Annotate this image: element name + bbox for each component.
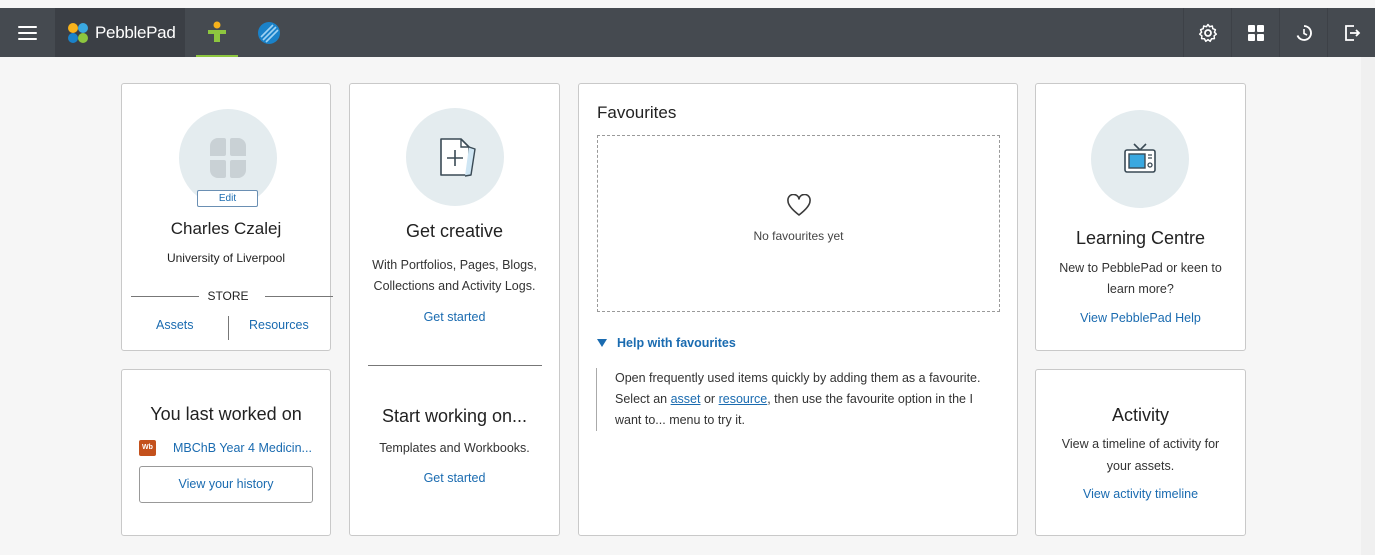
edit-avatar-button[interactable]: Edit <box>197 190 258 207</box>
scrollbar-track[interactable] <box>1361 57 1375 555</box>
brand-logo[interactable]: PebblePad <box>55 8 185 57</box>
settings-button[interactable] <box>1183 8 1231 57</box>
create-card: Get creative With Portfolios, Pages, Blo… <box>349 83 560 536</box>
store-link-separator <box>228 316 229 340</box>
profile-name: Charles Czalej <box>170 219 282 238</box>
learning-centre-card: Learning Centre New to PebblePad or keen… <box>1035 83 1246 351</box>
logout-button[interactable] <box>1327 8 1375 57</box>
create-line2: Collections and Activity Logs. <box>373 279 536 293</box>
new-document-icon <box>440 138 476 177</box>
menu-button[interactable] <box>0 8 55 57</box>
avatar-placeholder-icon <box>210 138 246 178</box>
dashboard-button[interactable] <box>1231 8 1279 57</box>
help-asset-link[interactable]: asset <box>671 392 701 406</box>
profile-institution: University of Liverpool <box>166 251 286 265</box>
logout-icon <box>1344 24 1360 41</box>
activity-card: Activity View a timeline of activity for… <box>1035 369 1246 536</box>
create-divider <box>368 365 542 366</box>
person-icon <box>208 21 226 42</box>
last-worked-item-label[interactable]: MBChB Year 4 Medicin... <box>173 441 312 455</box>
activity-line1: View a timeline of activity for <box>1061 437 1220 451</box>
hamburger-icon <box>18 25 37 40</box>
top-bar: PebblePad <box>0 8 1375 57</box>
profile-card: Edit Charles Czalej University of Liverp… <box>121 83 333 351</box>
start-working-title: Start working on... <box>381 406 528 426</box>
activity-title: Activity <box>1111 405 1169 425</box>
workbook-badge-icon: Wb <box>139 440 156 456</box>
last-worked-card: You last worked on Wb MBChB Year 4 Medic… <box>121 369 331 536</box>
help-resource-link[interactable]: resource <box>719 392 768 406</box>
help-text-part2: , then use the favourite option in the I… <box>615 392 973 427</box>
resources-link[interactable]: Resources <box>249 318 309 332</box>
view-history-button[interactable]: View your history <box>139 466 313 503</box>
start-working-desc: Templates and Workbooks. <box>379 441 530 455</box>
create-title: Get creative <box>405 221 504 241</box>
pebblepad-logo-icon <box>68 22 88 43</box>
favourites-dropzone: No favourites yet <box>597 135 1000 312</box>
tab-atlas[interactable] <box>248 8 290 57</box>
help-favourites-toggle[interactable]: Help with favourites <box>597 336 736 350</box>
brand-name: PebblePad <box>95 22 176 42</box>
heart-icon <box>787 194 811 216</box>
learning-line1: New to PebblePad or keen to <box>1059 261 1222 275</box>
gear-icon <box>1198 23 1217 42</box>
view-help-link[interactable]: View PebblePad Help <box>1080 311 1201 325</box>
favourites-empty-text: No favourites yet <box>753 229 844 243</box>
last-worked-item[interactable]: Wb MBChB Year 4 Medicin... <box>139 440 312 456</box>
dashboard-icon <box>1247 24 1264 41</box>
history-icon <box>1296 24 1312 41</box>
help-favourites-label: Help with favourites <box>617 336 736 350</box>
tv-icon <box>1124 143 1156 173</box>
create-icon-circle <box>406 108 504 206</box>
atlas-icon <box>258 21 280 44</box>
create-get-started-link[interactable]: Get started <box>424 310 486 324</box>
store-divider: STORE <box>131 289 333 303</box>
learning-line2: learn more? <box>1107 282 1174 296</box>
start-working-get-started-link[interactable]: Get started <box>424 471 486 485</box>
history-button[interactable] <box>1279 8 1327 57</box>
help-text-or: or <box>703 392 716 406</box>
view-activity-link[interactable]: View activity timeline <box>1083 487 1198 501</box>
help-favourites-text: Open frequently used items quickly by ad… <box>596 368 996 431</box>
tab-home[interactable] <box>196 8 238 57</box>
favourites-card: Favourites No favourites yet Help with f… <box>578 83 1018 536</box>
triangle-down-icon <box>597 339 607 347</box>
assets-link[interactable]: Assets <box>156 318 194 332</box>
learning-icon-circle <box>1091 110 1189 208</box>
create-line1: With Portfolios, Pages, Blogs, <box>372 258 537 272</box>
last-worked-title: You last worked on <box>150 404 302 424</box>
activity-line2: your assets. <box>1106 459 1175 473</box>
favourites-title: Favourites <box>597 103 677 122</box>
learning-title: Learning Centre <box>1075 228 1206 248</box>
